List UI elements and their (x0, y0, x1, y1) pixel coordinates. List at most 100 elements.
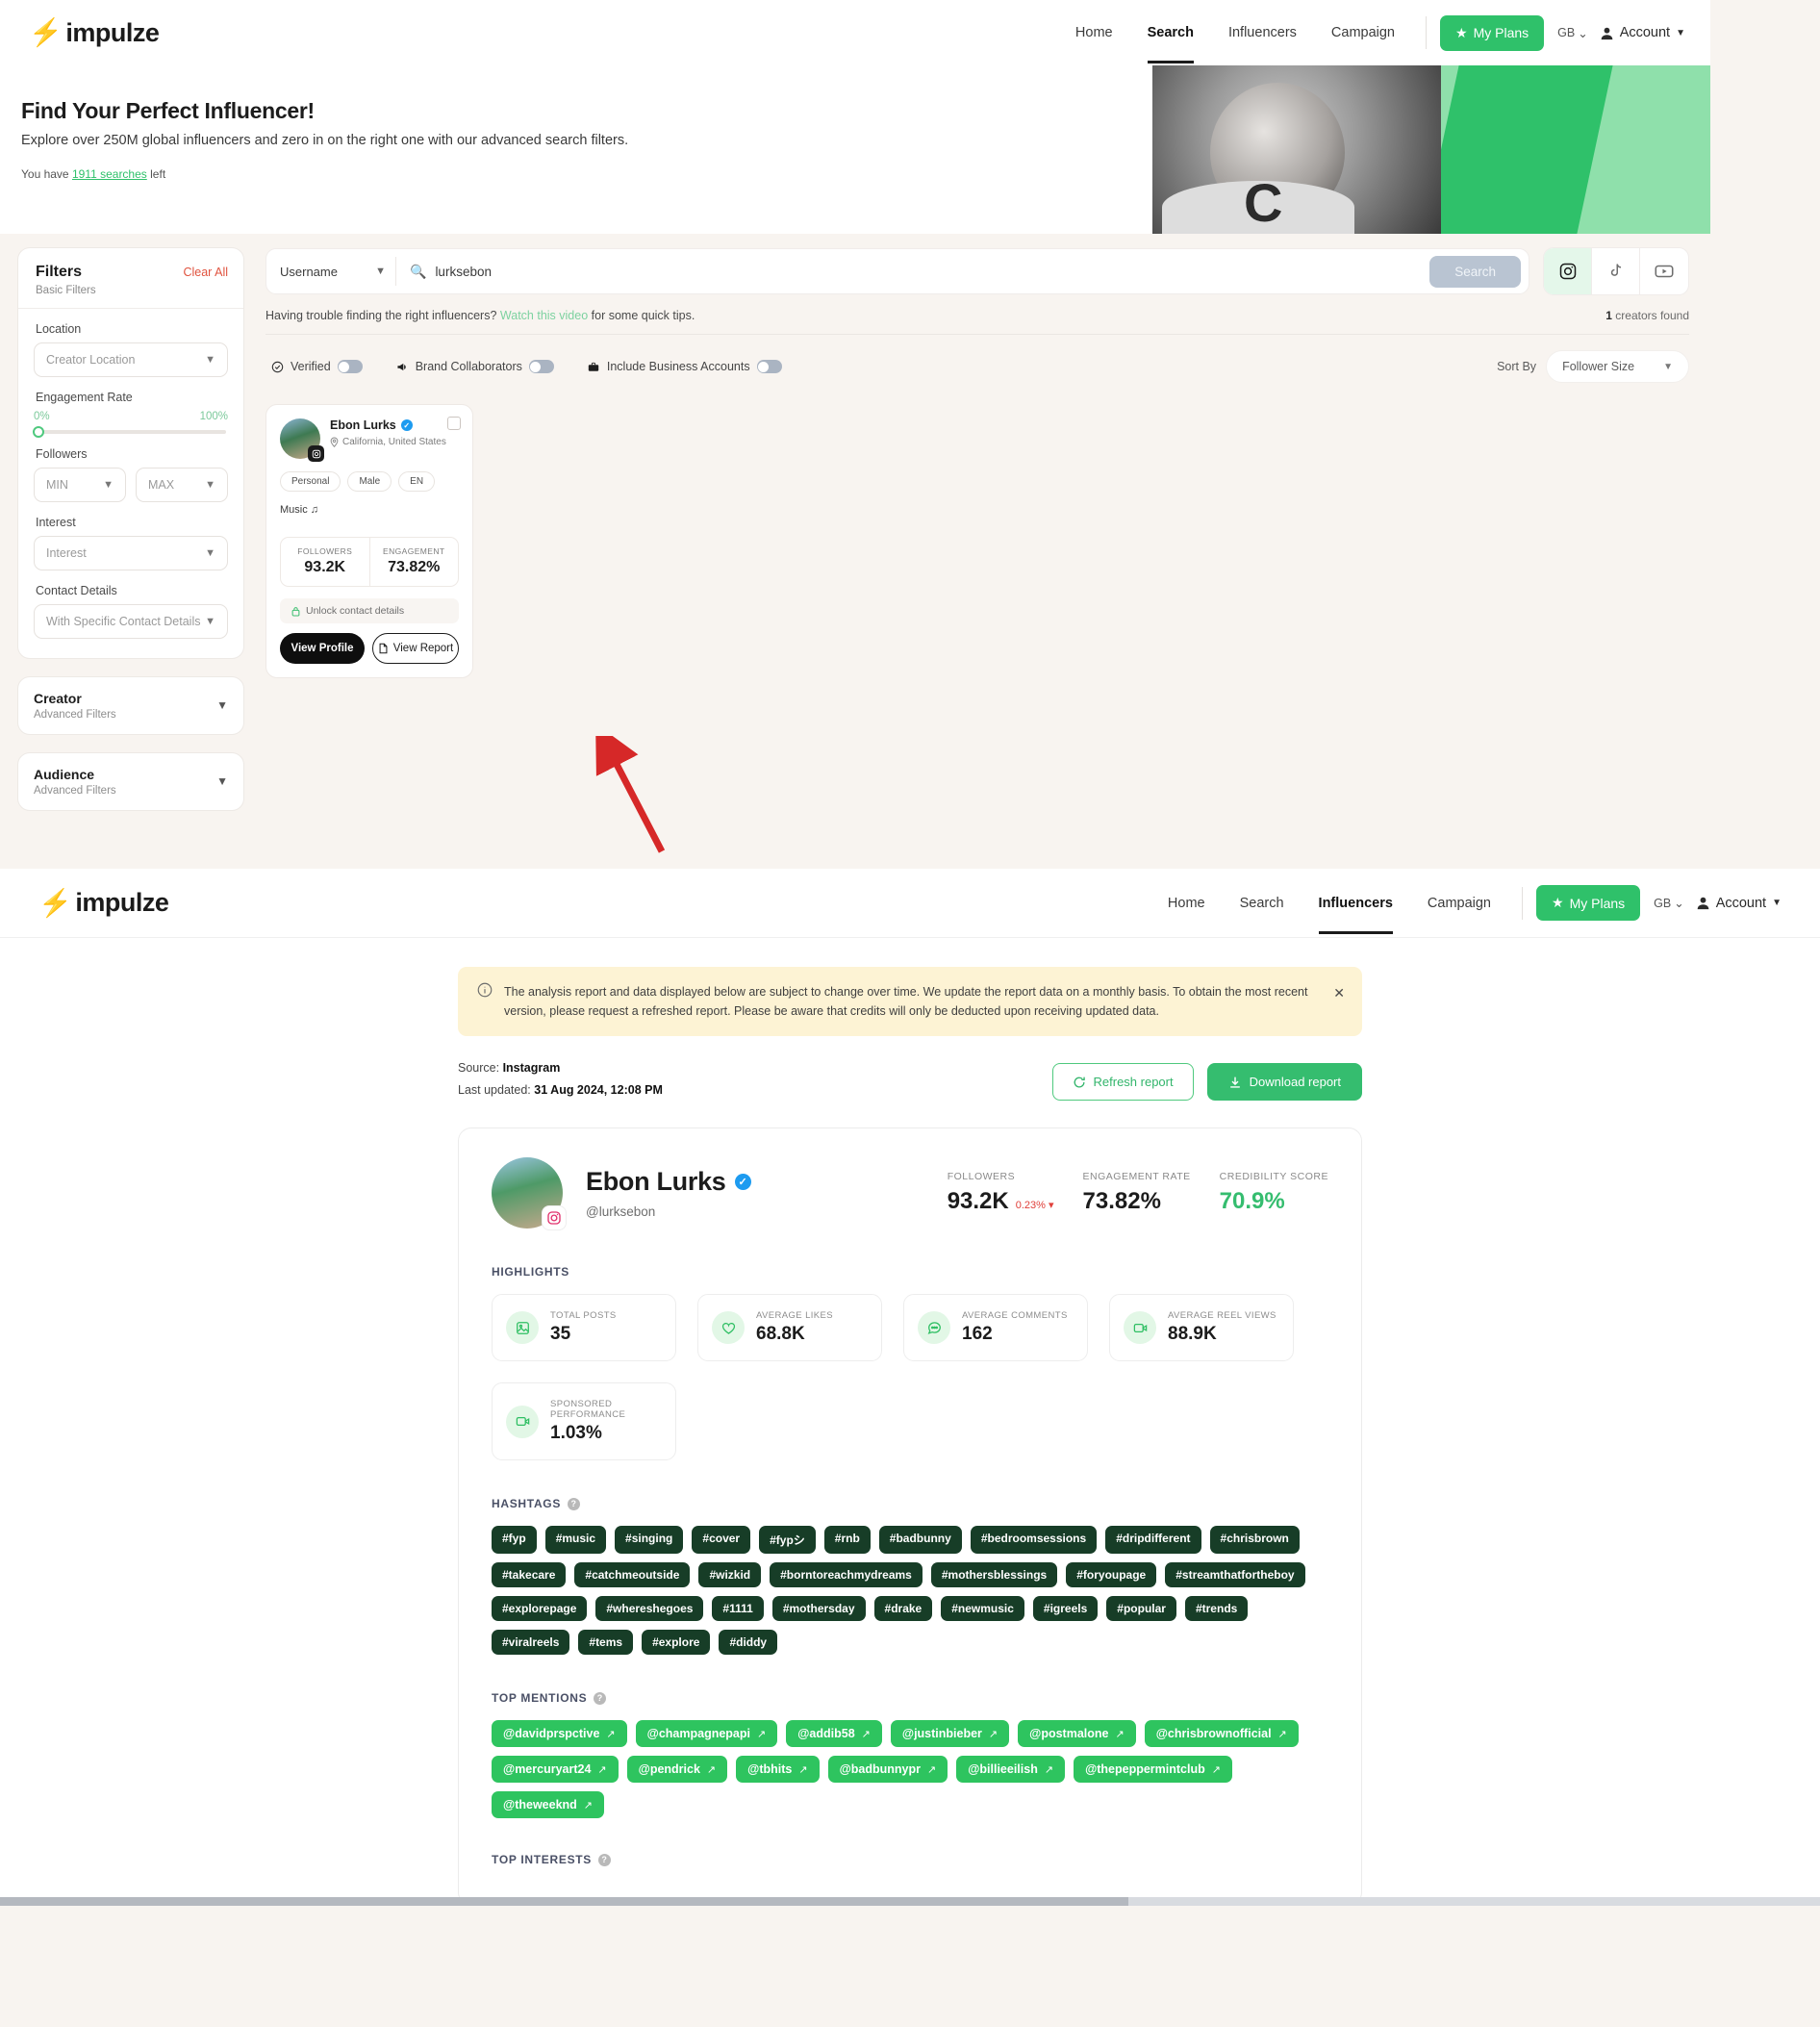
followers-max-select[interactable]: MAX ▼ (136, 468, 228, 502)
hashtag-chip[interactable]: #foryoupage (1066, 1562, 1157, 1587)
hashtag-chip[interactable]: #popular (1106, 1596, 1176, 1621)
mention-chip[interactable]: @pendrick ↗ (626, 1756, 728, 1783)
followers-min-select[interactable]: MIN ▼ (34, 468, 126, 502)
hashtag-chip[interactable]: #streamthatfortheboy (1165, 1562, 1305, 1587)
hashtag-chip[interactable]: #trends (1184, 1596, 1249, 1621)
select-creator-checkbox[interactable] (447, 417, 461, 430)
nav-item-influencers[interactable]: Influencers (1302, 874, 1410, 934)
nav-item-home[interactable]: Home (1150, 874, 1223, 932)
hashtag-chip[interactable]: #explore (642, 1630, 711, 1655)
mention-chip[interactable]: @billieeilish ↗ (956, 1756, 1066, 1783)
view-report-button[interactable]: View Report (372, 633, 459, 664)
searches-link[interactable]: 1911 searches (72, 167, 147, 181)
hashtag-chip[interactable]: #mothersblessings (930, 1562, 1058, 1587)
hashtag-chip[interactable]: #music (544, 1526, 607, 1554)
toggle-verified-switch[interactable] (337, 360, 363, 373)
sort-by-select[interactable]: Follower Size ▼ (1546, 350, 1689, 383)
nav-item-home[interactable]: Home (1058, 4, 1130, 62)
hashtag-chip[interactable]: #explorepage (492, 1596, 588, 1621)
hashtag-chip[interactable]: #newmusic (941, 1596, 1024, 1621)
nav-item-campaign[interactable]: Campaign (1410, 874, 1508, 932)
hashtag-chip[interactable]: #mothersday (771, 1596, 866, 1621)
contact-select[interactable]: With Specific Contact Details ▼ (34, 604, 228, 639)
brand-logo-2[interactable]: ⚡ impulze (38, 888, 169, 918)
info-icon[interactable]: ? (598, 1853, 612, 1866)
engagement-slider[interactable] (33, 426, 226, 438)
hashtag-chip[interactable]: #dripdifferent (1105, 1526, 1201, 1554)
nav-item-search[interactable]: Search (1130, 4, 1211, 63)
mention-chip[interactable]: @addib58 ↗ (786, 1720, 882, 1747)
hashtag-chip[interactable]: #1111 (712, 1596, 764, 1621)
mention-chip[interactable]: @tbhits ↗ (736, 1756, 820, 1783)
hashtag-chip[interactable]: #takecare (492, 1562, 567, 1587)
hashtag-chip[interactable]: #borntoreachmydreams (770, 1562, 923, 1587)
nav-item-influencers[interactable]: Influencers (1211, 4, 1314, 62)
nav-item-search[interactable]: Search (1223, 874, 1302, 932)
unlock-contact-details[interactable]: Unlock contact details (280, 598, 459, 623)
hashtag-chip[interactable]: #drake (873, 1596, 933, 1621)
brand-logo[interactable]: ⚡ impulze (29, 18, 160, 48)
toggle-brand-collaborators[interactable]: Brand Collaborators (395, 360, 554, 373)
download-report-button[interactable]: Download report (1206, 1063, 1362, 1101)
mention-chip[interactable]: @chrisbrownofficial ↗ (1144, 1720, 1299, 1747)
mention-chip[interactable]: @badbunnypr ↗ (827, 1756, 948, 1783)
mention-chip[interactable]: @justinbieber ↗ (890, 1720, 1010, 1747)
hashtag-chip[interactable]: #catchmeoutside (574, 1562, 691, 1587)
hashtag-chip[interactable]: #wizkid (698, 1562, 762, 1587)
hashtag-chip[interactable]: #tems (578, 1630, 634, 1655)
creator-result-card[interactable]: Ebon Lurks ✓ California, United States P… (265, 404, 473, 678)
watch-video-link[interactable]: Watch this video (500, 309, 588, 322)
region-selector[interactable]: GB ⌄ (1557, 26, 1588, 40)
mention-chip[interactable]: @champagnepapi ↗ (635, 1720, 778, 1747)
refresh-report-button[interactable]: Refresh report (1051, 1063, 1194, 1101)
interest-select[interactable]: Interest ▼ (34, 536, 228, 570)
clear-all-button[interactable]: Clear All (183, 266, 228, 279)
mention-chip[interactable]: @theweeknd ↗ (492, 1791, 605, 1818)
hashtag-chip[interactable]: #diddy (719, 1630, 778, 1655)
location-select[interactable]: Creator Location ▼ (34, 342, 228, 377)
mention-chip[interactable]: @davidprspctive ↗ (492, 1720, 627, 1747)
audience-advanced-filters[interactable]: Audience Advanced Filters ▼ (17, 752, 244, 811)
hashtag-chip[interactable]: #rnb (823, 1526, 871, 1554)
my-plans-button-2[interactable]: ★ My Plans (1536, 885, 1641, 921)
mention-chip[interactable]: @postmalone ↗ (1018, 1720, 1136, 1747)
toggle-business-accounts[interactable]: Include Business Accounts (587, 360, 782, 373)
creator-advanced-filters[interactable]: Creator Advanced Filters ▼ (17, 676, 244, 735)
slider-handle[interactable] (33, 426, 44, 438)
scrollbar-thumb[interactable] (0, 1897, 1129, 1906)
info-icon[interactable]: ? (594, 1691, 607, 1705)
mention-chip[interactable]: @mercuryart24 ↗ (492, 1756, 619, 1783)
search-type-select[interactable]: Username ▼ (280, 265, 395, 279)
platform-youtube[interactable] (1640, 248, 1688, 294)
my-plans-button[interactable]: ★ My Plans (1440, 14, 1545, 51)
search-button[interactable]: Search (1429, 255, 1521, 288)
hashtag-chip[interactable]: #cover (692, 1526, 751, 1554)
download-icon (1229, 1077, 1240, 1088)
search-input[interactable]: 🔍 lurksebon (396, 264, 1429, 280)
mention-chip[interactable]: @thepeppermintclub ↗ (1074, 1756, 1232, 1783)
account-menu-2[interactable]: Account ▼ (1696, 896, 1782, 911)
region-selector-2[interactable]: GB ⌄ (1654, 896, 1684, 911)
platform-instagram[interactable] (1544, 248, 1592, 294)
platform-tiktok[interactable] (1592, 248, 1640, 294)
video-icon (506, 1405, 539, 1438)
hashtag-chip[interactable]: #igreels (1032, 1596, 1099, 1621)
toggle-verified[interactable]: Verified (271, 360, 363, 373)
view-profile-button[interactable]: View Profile (280, 633, 365, 664)
hashtag-chip[interactable]: #whereshegoes (595, 1596, 704, 1621)
info-icon[interactable]: ? (568, 1497, 581, 1510)
highlights-row-1: TOTAL POSTS 35 AVERAGE LIKES 68.8K AVERA… (492, 1294, 1328, 1361)
toggle-business-switch[interactable] (756, 360, 782, 373)
toggle-brand-switch[interactable] (528, 360, 554, 373)
hashtag-chip[interactable]: #fyp (492, 1526, 537, 1554)
hashtag-chip[interactable]: #bedroomsessions (970, 1526, 1098, 1554)
hashtag-chip[interactable]: #singing (615, 1526, 684, 1554)
horizontal-scrollbar[interactable] (0, 1897, 1820, 1906)
hashtag-chip[interactable]: #chrisbrown (1209, 1526, 1300, 1554)
nav-item-campaign[interactable]: Campaign (1314, 4, 1412, 62)
hashtag-chip[interactable]: #badbunny (878, 1526, 962, 1554)
hashtag-chip[interactable]: #fypシ (759, 1526, 816, 1554)
hashtag-chip[interactable]: #viralreels (492, 1630, 570, 1655)
close-icon[interactable]: ✕ (1333, 982, 1345, 1003)
account-menu[interactable]: Account ▼ (1600, 25, 1685, 40)
